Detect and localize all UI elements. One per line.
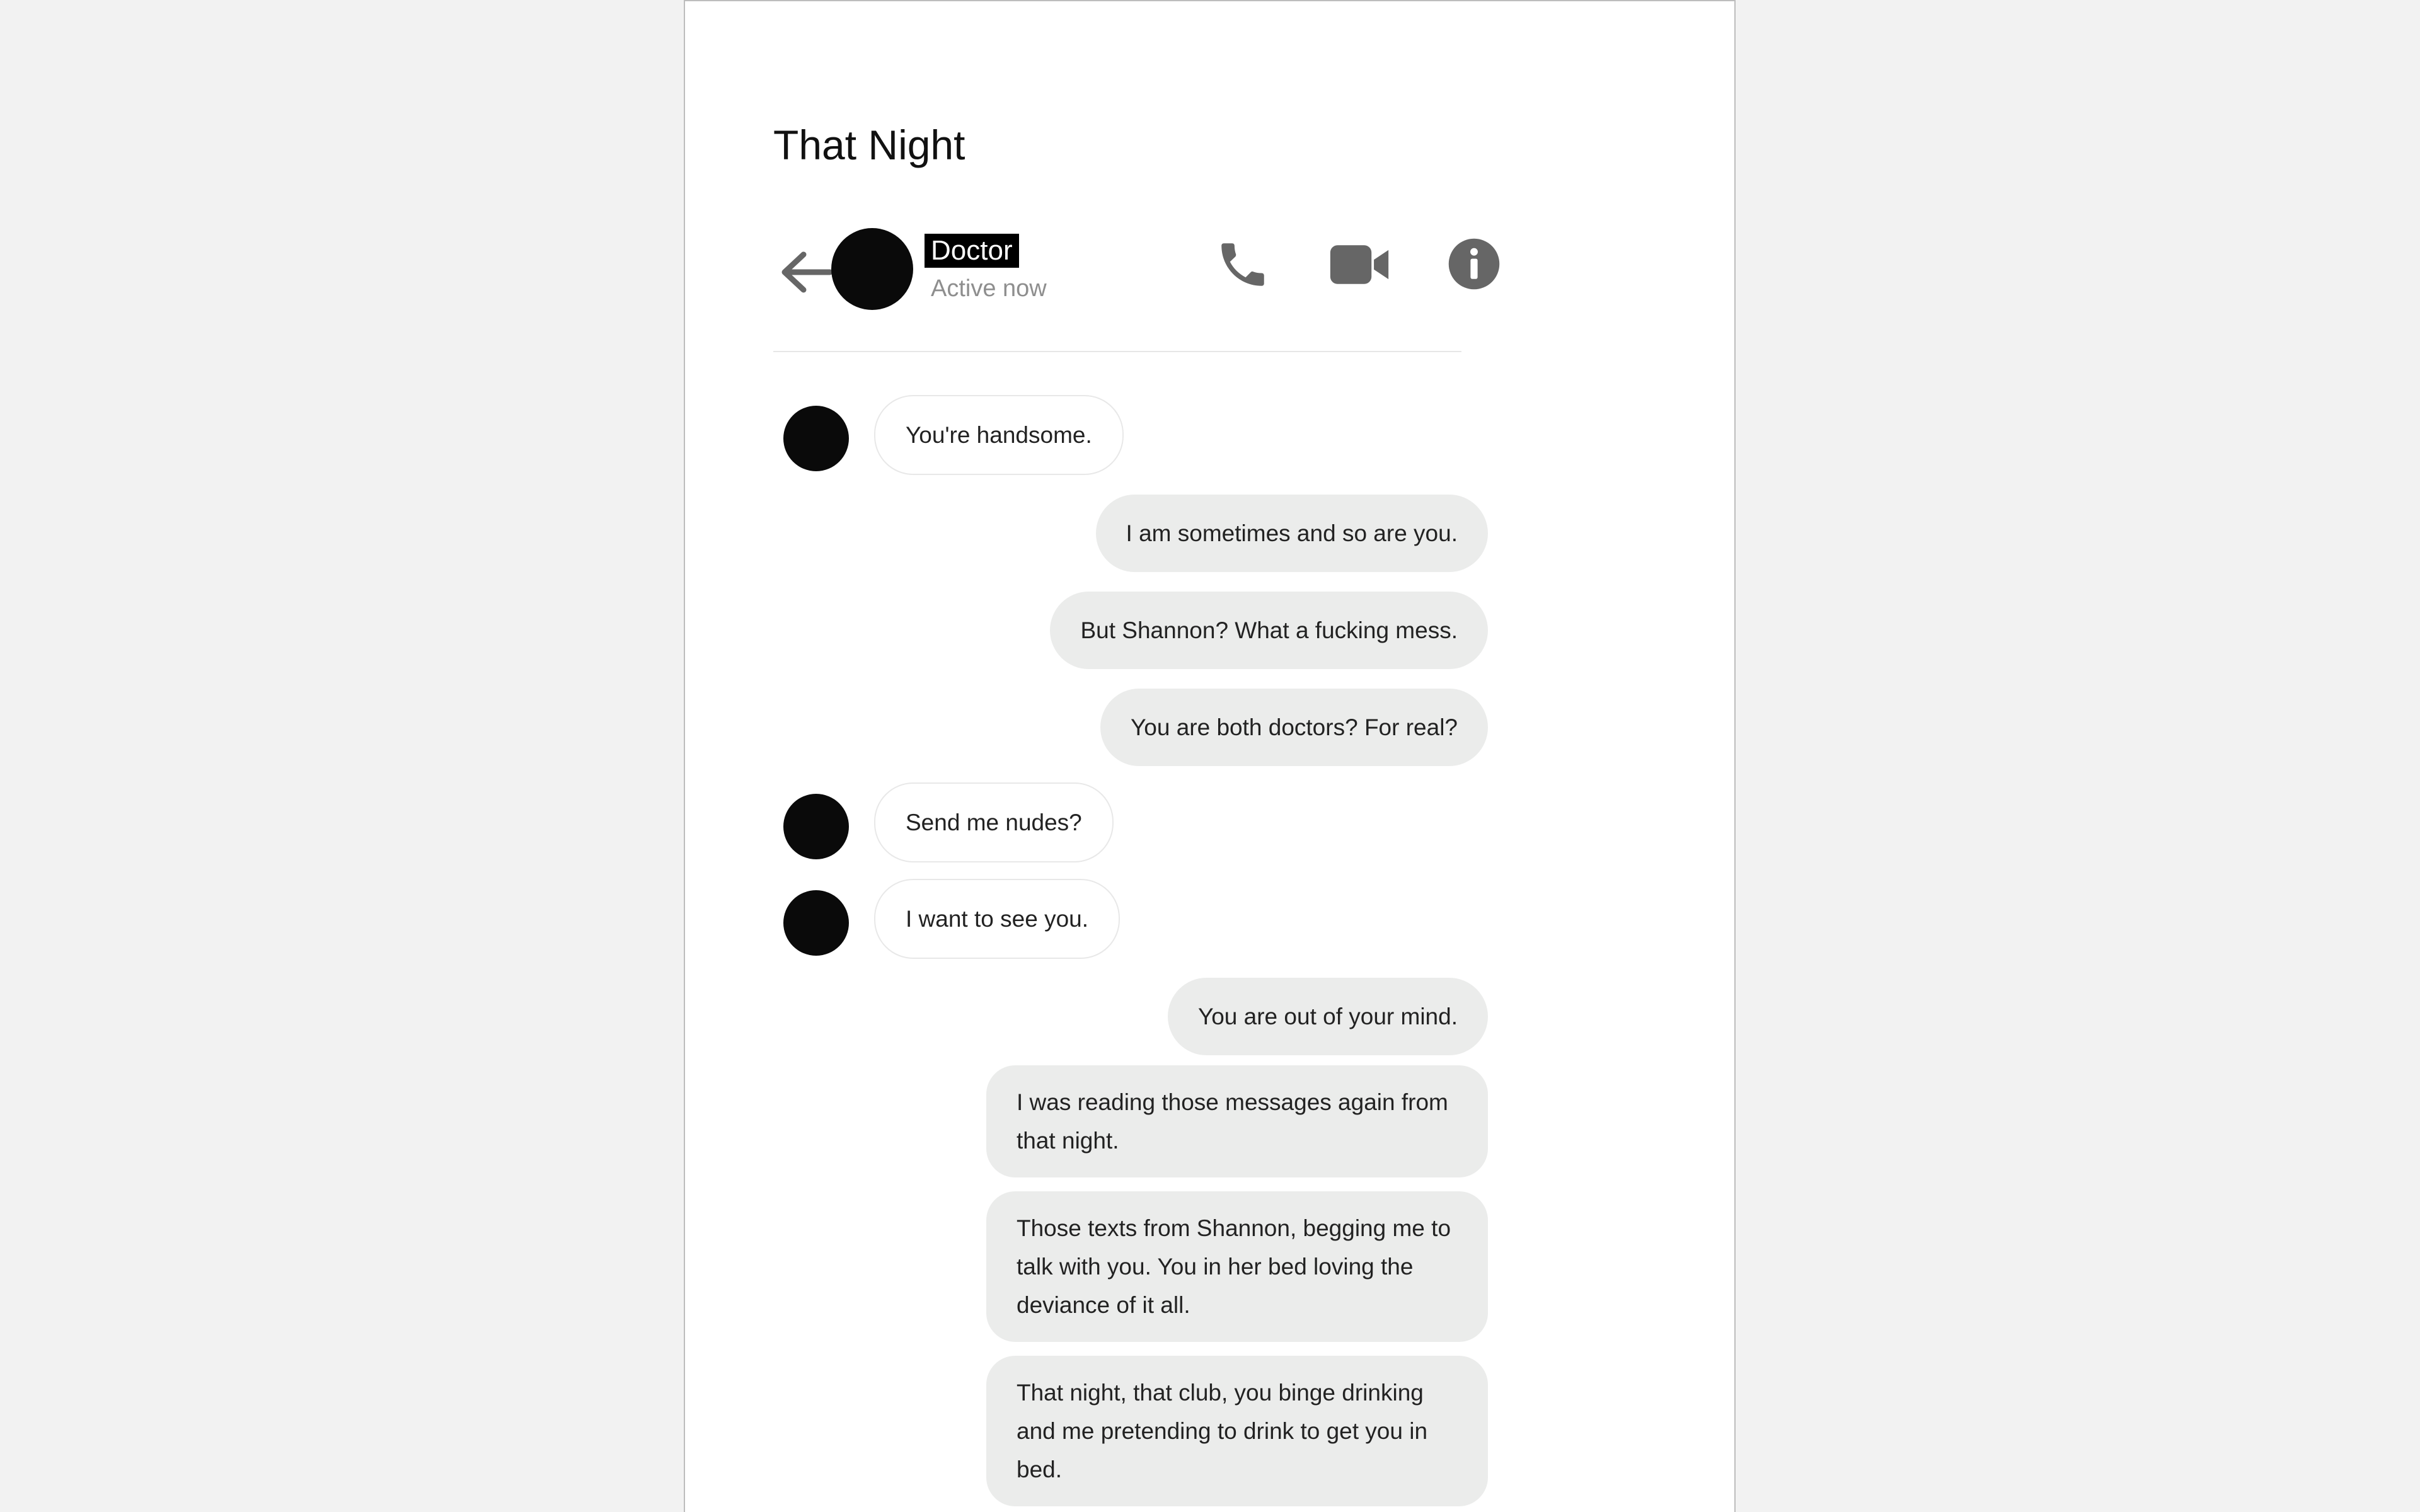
info-icon[interactable] [1448,238,1501,290]
phone-icon[interactable] [1214,236,1271,293]
chat-header: Doctor Active now [773,225,1500,352]
sender-avatar[interactable] [783,794,849,859]
incoming-message[interactable]: Send me nudes? [874,782,1114,862]
outgoing-message[interactable]: You are both doctors? For real? [1100,689,1488,766]
contact-name: Doctor [925,234,1019,268]
outgoing-message[interactable]: That night, that club, you binge drinkin… [986,1356,1488,1506]
page-title: That Night [773,122,965,168]
outgoing-message[interactable]: I was reading those messages again from … [986,1065,1488,1177]
incoming-message[interactable]: You're handsome. [874,395,1124,475]
arrow-left-icon[interactable] [773,241,836,304]
contact-status: Active now [931,275,1047,302]
outgoing-message[interactable]: I am sometimes and so are you. [1095,495,1488,572]
sender-avatar[interactable] [783,890,849,956]
outgoing-message[interactable]: Those texts from Shannon, begging me to … [986,1191,1488,1342]
contact-avatar[interactable] [831,228,913,310]
outgoing-message[interactable]: You are out of your mind. [1167,978,1488,1055]
video-camera-icon[interactable] [1328,236,1391,293]
document-page: That Night Doctor Active now You're hand… [684,0,1736,1512]
incoming-message[interactable]: I want to see you. [874,879,1121,959]
sender-avatar[interactable] [783,406,849,471]
outgoing-message[interactable]: But Shannon? What a fucking mess. [1050,592,1488,669]
